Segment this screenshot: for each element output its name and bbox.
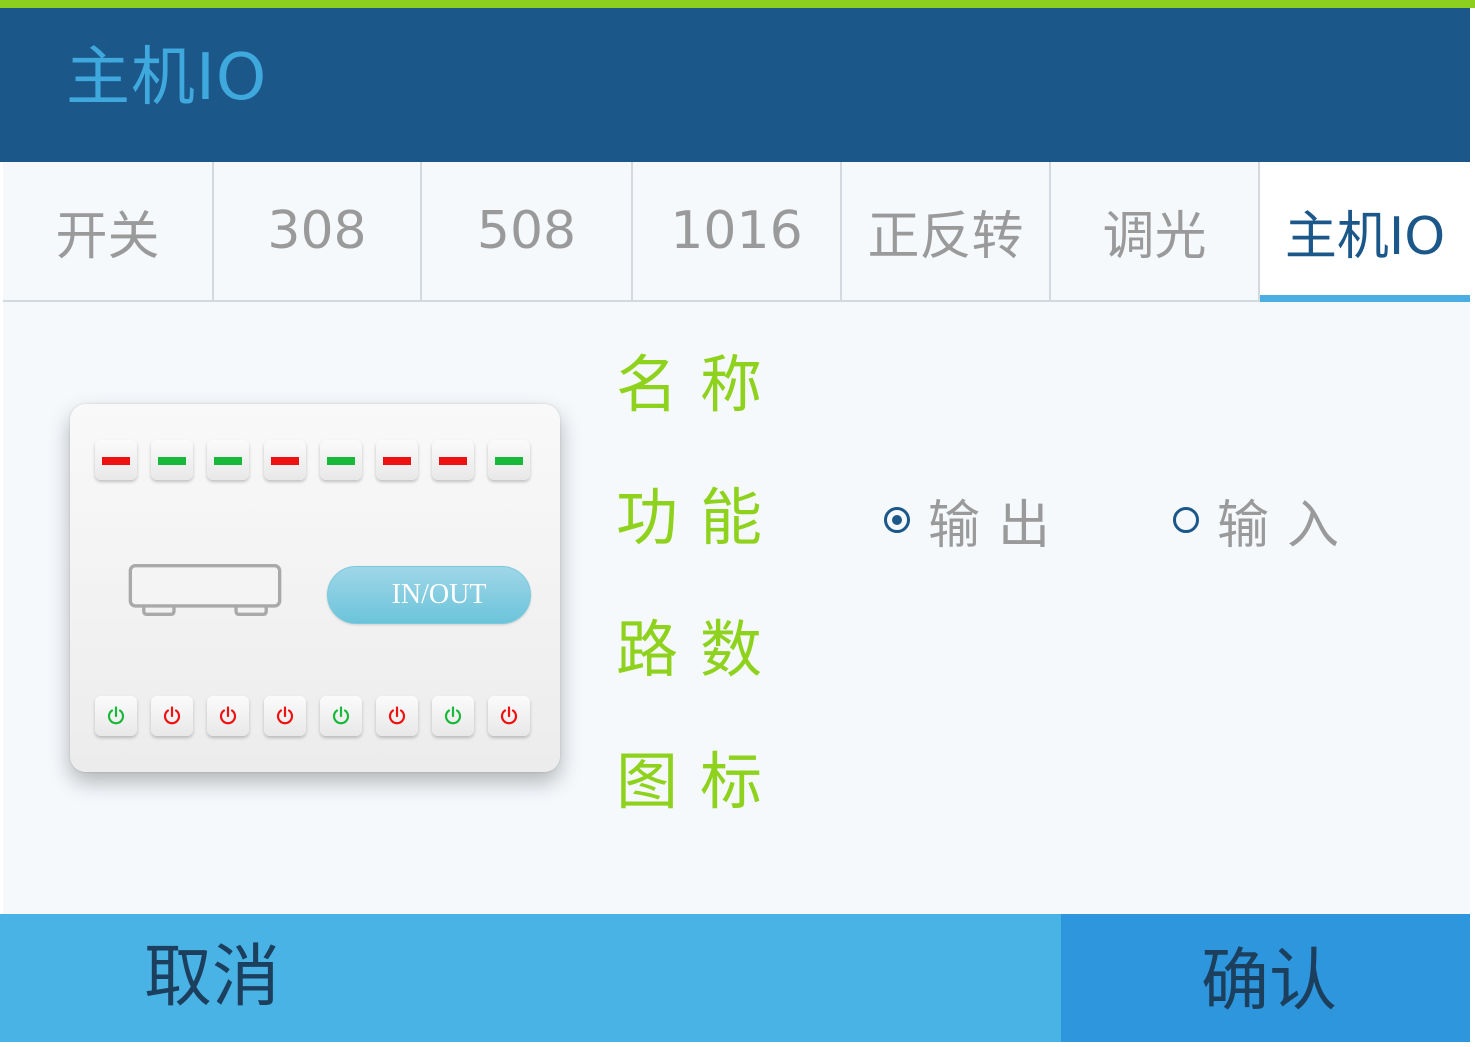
led-bar (495, 457, 524, 465)
led-bar (158, 457, 187, 465)
power-icon (276, 706, 293, 725)
title-bar: 主机IO (0, 8, 1470, 162)
led-bar (214, 457, 243, 465)
power-button[interactable] (151, 696, 194, 736)
tab-dimming[interactable]: 调光 (1051, 162, 1260, 300)
power-button[interactable] (207, 696, 250, 736)
indicator-led (95, 440, 137, 480)
indicator-led (207, 440, 250, 480)
power-icon (107, 706, 125, 725)
power-icon (332, 706, 349, 725)
confirm-button[interactable]: 确认 (1061, 914, 1470, 1042)
indicator-led (376, 440, 418, 480)
tab-label: 开关 (55, 206, 160, 267)
bottom-border (0, 1042, 1475, 1047)
right-border (1470, 8, 1475, 1047)
icon-label: 图标 (616, 745, 785, 818)
inout-button[interactable]: IN/OUT (327, 566, 531, 624)
radio-output[interactable]: 输出 (884, 490, 1068, 556)
tab-switch[interactable]: 开关 (3, 162, 214, 300)
tab-host-io[interactable]: 主机IO (1260, 162, 1470, 302)
page-title: 主机IO (66, 41, 268, 115)
power-icon (220, 706, 237, 725)
led-bar (326, 457, 355, 465)
device-panel: IN/OUT (70, 404, 560, 772)
indicator-led (151, 440, 194, 480)
radio-selected-icon (884, 507, 910, 533)
radio-unselected-icon (1173, 507, 1199, 533)
inout-label: IN/OUT (391, 579, 487, 610)
power-button[interactable] (376, 696, 418, 736)
tab-bar: 开关 308 508 1016 正反转 调光 主机IO (3, 162, 1470, 302)
tab-forward-reverse[interactable]: 正反转 (842, 162, 1051, 300)
radio-input[interactable]: 输入 (1173, 490, 1357, 556)
tab-label: 308 (267, 201, 367, 261)
indicator-led (263, 440, 306, 480)
radio-input-label: 输入 (1217, 495, 1358, 556)
footer-bar: 取消 确认 (0, 914, 1470, 1042)
power-icon (164, 706, 181, 725)
cancel-button[interactable]: 取消 (0, 914, 1061, 1042)
channels-label: 路数 (616, 613, 785, 686)
name-label: 名称 (616, 348, 785, 421)
led-bar (270, 457, 299, 465)
tab-508[interactable]: 508 (422, 162, 633, 300)
power-button[interactable] (95, 696, 137, 736)
tab-label: 1016 (670, 201, 803, 261)
radio-output-label: 输出 (928, 495, 1069, 556)
power-icon (445, 706, 462, 725)
tab-label: 调光 (1102, 206, 1207, 267)
tab-label: 主机IO (1284, 206, 1446, 267)
active-tab-indicator (1260, 295, 1470, 302)
cancel-label: 取消 (144, 938, 281, 1017)
power-button[interactable] (263, 696, 306, 736)
led-bar (439, 457, 468, 465)
tab-label: 正反转 (867, 206, 1024, 267)
tab-1016[interactable]: 1016 (633, 162, 842, 300)
tab-308[interactable]: 308 (214, 162, 422, 300)
led-bar (383, 457, 411, 465)
confirm-label: 确认 (1201, 942, 1338, 1021)
function-label: 功能 (616, 481, 785, 554)
power-button[interactable] (432, 696, 475, 736)
indicator-led (432, 440, 475, 480)
device-icon (128, 564, 282, 616)
power-button[interactable] (319, 696, 362, 736)
indicator-led (319, 440, 362, 480)
power-icon (388, 706, 406, 725)
led-bar (102, 457, 130, 465)
top-accent-line (0, 0, 1475, 8)
power-icon (501, 706, 518, 725)
tab-label: 508 (476, 201, 577, 261)
indicator-led (488, 440, 531, 480)
left-border (0, 162, 3, 914)
power-button[interactable] (488, 696, 531, 736)
